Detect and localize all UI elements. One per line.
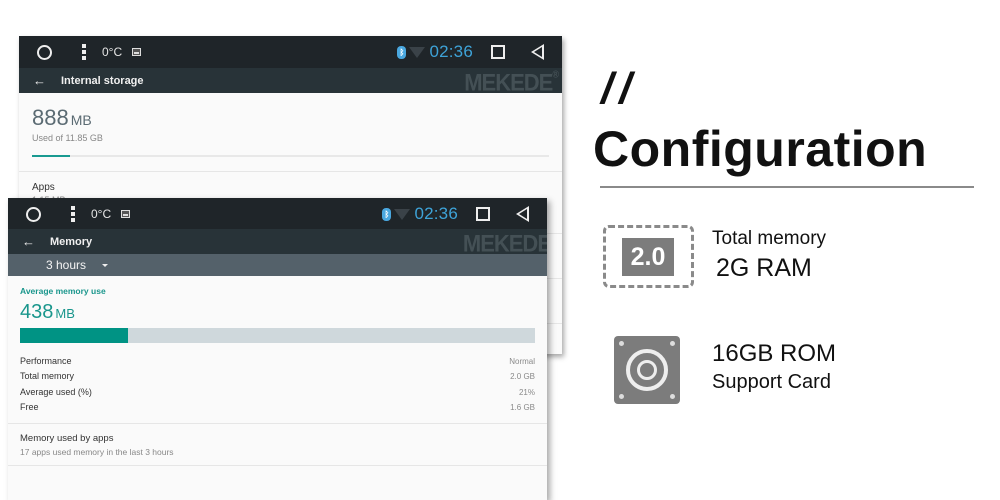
list-item-subtitle: 17 apps used memory in the last 3 hours [20,447,174,458]
bluetooth-icon: ᛒ [397,45,407,59]
ram-feature-value: 2G RAM [716,254,812,282]
home-circle-icon[interactable] [26,206,41,222]
used-storage-value: 888 MB [32,105,92,130]
overflow-menu-icon[interactable] [71,206,75,222]
average-memory-value: 438 MB [20,301,75,323]
ram-chip-icon: 2.0 [603,225,694,288]
memory-summary: Average memory use 438 MB Performance Nor… [8,276,547,415]
recent-apps-icon[interactable] [476,207,490,221]
back-triangle-icon[interactable] [531,44,544,60]
decorative-slashes: // [601,64,638,113]
memory-usage-bar [20,328,535,343]
home-circle-icon[interactable] [37,44,52,60]
status-bar: 0°C ᛒ 02:36 [19,36,562,68]
used-storage-caption: Used of 11.85 GB [32,133,103,143]
watermark: MEKEDE® [464,68,559,97]
page-title: Memory [50,235,93,248]
back-arrow-icon[interactable]: ← [33,73,47,88]
status-bar: 0°C ᛒ 02:36 [8,198,547,229]
rom-feature-label: Support Card [712,371,831,393]
memory-stats: Performance Normal Total memory 2.0 GB A… [20,354,535,415]
storage-drive-icon [614,336,680,404]
stat-row-performance: Performance Normal [20,356,535,366]
ram-badge-label: 2.0 [622,238,674,276]
back-triangle-icon[interactable] [516,206,529,222]
divider [8,465,547,467]
image-notification-icon [121,210,131,218]
action-bar: ← Memory MEKEDE [8,229,547,257]
watermark: MEKEDE [462,229,547,258]
configuration-heading: Configuration [593,121,928,177]
back-arrow-icon[interactable]: ← [22,234,36,249]
list-item-title: Memory used by apps [20,433,114,445]
memory-usage-fill [20,328,129,343]
period-selected: 3 hours [46,258,87,272]
page-title: Internal storage [61,74,144,87]
storage-progress-fill [32,155,70,157]
rom-feature-value: 16GB ROM [712,340,837,367]
wifi-icon [394,208,411,220]
clock: 02:36 [414,204,458,223]
storage-summary: 888 MB Used of 11.85 GB [19,93,562,157]
wifi-icon [409,46,426,58]
temperature-readout: 0°C [102,45,123,59]
overflow-menu-icon[interactable] [82,44,86,60]
clock: 02:36 [429,42,473,61]
dropdown-caret-icon [102,263,109,267]
image-notification-icon [132,48,142,56]
list-item-memory-used-by-apps[interactable]: Memory used by apps 17 apps used memory … [8,424,547,465]
temperature-readout: 0°C [91,207,112,221]
recent-apps-icon[interactable] [491,45,505,59]
section-heading: Average memory use [20,286,106,296]
stat-row-free: Free 1.6 GB [20,401,535,412]
stat-row-total-memory: Total memory 2.0 GB [20,371,535,382]
memory-screen: 0°C ᛒ 02:36 ← Memory MEKEDE 3 hours Aver… [8,198,547,500]
storage-progress-bar [32,155,549,157]
stat-row-average-used: Average used (%) 21% [20,386,535,397]
bluetooth-icon: ᛒ [382,207,392,221]
list-item-label: Apps [32,182,55,193]
ram-feature-label: Total memory [712,228,827,249]
action-bar: ← Internal storage MEKEDE® [19,68,562,96]
heading-underline [600,186,974,188]
